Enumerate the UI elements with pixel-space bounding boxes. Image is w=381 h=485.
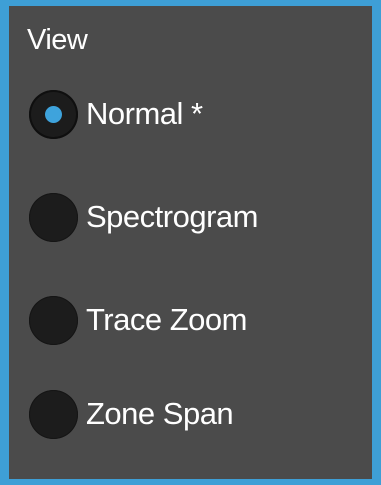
view-option-label: Trace Zoom <box>86 302 247 337</box>
view-option-normal[interactable]: Normal * <box>29 86 203 142</box>
radio-button-icon[interactable] <box>29 295 78 345</box>
view-option-zone-span[interactable]: Zone Span <box>29 386 234 442</box>
radio-button-icon[interactable] <box>29 389 78 439</box>
view-option-trace-zoom[interactable]: Trace Zoom <box>29 292 247 348</box>
radio-button-selected-icon[interactable] <box>29 89 78 139</box>
view-panel: View Normal * Spectrogram Trace Zoom Zon… <box>0 0 381 485</box>
radio-dot-icon <box>45 105 62 123</box>
view-option-label: Normal * <box>86 96 203 131</box>
panel-title: View <box>27 24 88 56</box>
view-option-label: Zone Span <box>86 396 234 431</box>
radio-button-icon[interactable] <box>29 192 78 242</box>
view-option-label: Spectrogram <box>86 199 258 234</box>
view-option-spectrogram[interactable]: Spectrogram <box>29 189 258 245</box>
